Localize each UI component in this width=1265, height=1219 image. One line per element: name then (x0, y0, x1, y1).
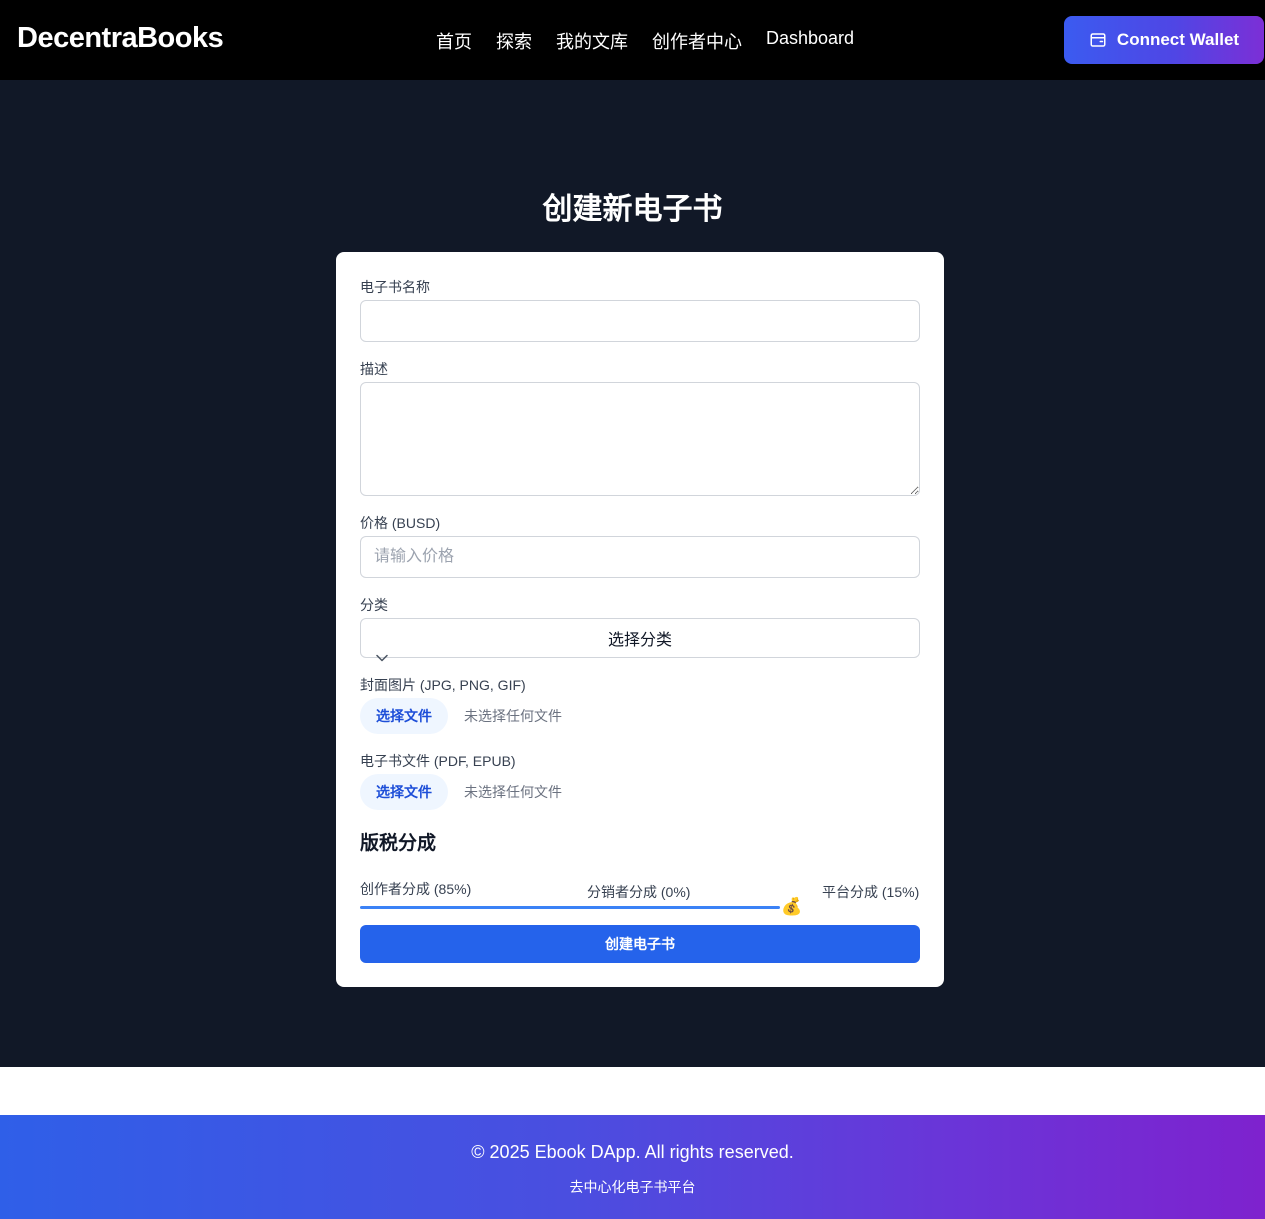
nav-creator-center[interactable]: 创作者中心 (652, 28, 742, 54)
ebook-file-label: 电子书文件 (PDF, EPUB) (360, 753, 516, 769)
main-content: 创建新电子书 电子书名称 描述 价格 (BUSD) 分类 选择分类 封面图片 (… (0, 80, 1265, 1067)
nav-explore[interactable]: 探索 (496, 28, 532, 54)
price-input[interactable] (360, 536, 920, 578)
nav-dashboard[interactable]: Dashboard (766, 28, 854, 54)
ebook-file-status: 未选择任何文件 (464, 784, 562, 800)
chevron-down-icon[interactable] (376, 654, 388, 662)
cover-file-status: 未选择任何文件 (464, 708, 562, 724)
creator-share-label: 创作者分成 (85%) (360, 881, 472, 897)
connect-wallet-label: Connect Wallet (1116, 30, 1240, 49)
distributor-share-label: 分销者分成 (0%) (587, 884, 691, 900)
nav-my-library[interactable]: 我的文库 (556, 28, 628, 54)
category-select[interactable]: 选择分类 (360, 618, 920, 658)
ebook-choose-file-button[interactable]: 选择文件 (360, 774, 448, 810)
royalty-section-title: 版税分成 (360, 833, 437, 854)
cover-choose-file-button[interactable]: 选择文件 (360, 698, 448, 734)
footer-tagline: 去中心化电子书平台 (569, 1179, 696, 1195)
wallet-icon (1090, 33, 1106, 47)
ebook-name-input[interactable] (360, 300, 920, 342)
description-textarea[interactable] (360, 382, 920, 496)
nav-home[interactable]: 首页 (436, 28, 472, 54)
cover-file-picker: 选择文件 未选择任何文件 (360, 698, 562, 734)
site-footer: © 2025 Ebook DApp. All rights reserved. … (0, 1115, 1265, 1219)
footer-copyright: © 2025 Ebook DApp. All rights reserved. (471, 1142, 794, 1162)
top-navbar: DecentraBooks 首页 探索 我的文库 创作者中心 Dashboard… (0, 0, 1265, 80)
connect-wallet-button[interactable]: Connect Wallet (1064, 16, 1264, 64)
create-ebook-form: 电子书名称 描述 价格 (BUSD) 分类 选择分类 封面图片 (JPG, PN… (336, 252, 944, 987)
royalty-slider-track[interactable] (360, 906, 780, 909)
main-nav: 首页 探索 我的文库 创作者中心 Dashboard (436, 28, 854, 54)
site-logo[interactable]: DecentraBooks (17, 22, 224, 55)
category-label: 分类 (360, 597, 388, 613)
category-selected-value: 选择分类 (607, 632, 672, 649)
ebook-name-label: 电子书名称 (360, 279, 430, 295)
description-label: 描述 (360, 361, 388, 377)
price-label: 价格 (BUSD) (360, 515, 441, 531)
ebook-file-picker: 选择文件 未选择任何文件 (360, 774, 562, 810)
royalty-slider-thumb[interactable]: 💰 (781, 897, 802, 917)
cover-image-label: 封面图片 (JPG, PNG, GIF) (360, 677, 526, 693)
platform-share-label: 平台分成 (15%) (822, 884, 920, 900)
create-ebook-button[interactable]: 创建电子书 (360, 925, 920, 963)
page-title: 创建新电子书 (542, 193, 723, 226)
